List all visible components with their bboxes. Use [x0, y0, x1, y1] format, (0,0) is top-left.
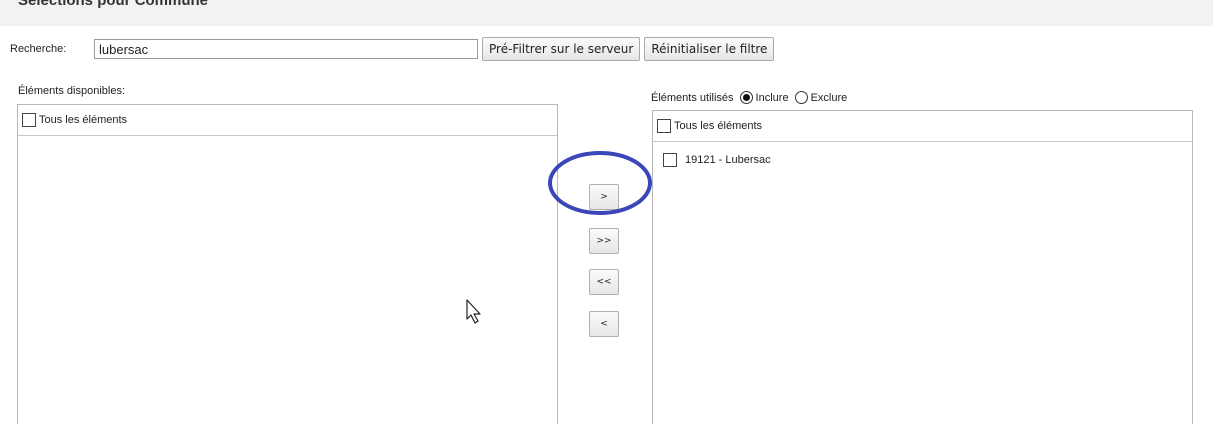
search-row: Recherche: Pré-Filtrer sur le serveur Ré…	[10, 36, 778, 62]
list-item[interactable]: 19121 - Lubersac	[653, 150, 1192, 170]
available-elements-list[interactable]: Tous les éléments	[17, 104, 558, 424]
available-select-all-label: Tous les éléments	[39, 114, 128, 126]
reset-filter-button[interactable]: Réinitialiser le filtre	[644, 37, 775, 61]
prefilter-server-button[interactable]: Pré-Filtrer sur le serveur	[482, 37, 641, 61]
used-select-all-checkbox[interactable]	[657, 119, 671, 133]
used-select-all-label: Tous les éléments	[674, 120, 763, 132]
include-label: Inclure	[755, 91, 789, 104]
move-all-button[interactable]: >>	[589, 228, 619, 254]
exclude-label: Exclure	[810, 91, 848, 104]
item-label: 19121 - Lubersac	[685, 154, 771, 166]
remove-all-button[interactable]: <<	[589, 269, 619, 295]
search-input[interactable]	[94, 39, 478, 59]
used-list-header: Tous les éléments	[653, 111, 1192, 142]
used-elements-list[interactable]: Tous les éléments 19121 - Lubersac	[652, 110, 1193, 424]
used-elements-header: Éléments utilisés Inclure Exclure	[651, 91, 847, 104]
available-elements-label: Éléments disponibles:	[18, 85, 126, 97]
panel-header: Sélections pour Commune	[0, 0, 1213, 26]
panel-title: Sélections pour Commune	[18, 0, 209, 9]
include-radio[interactable]	[739, 91, 753, 104]
exclude-radio[interactable]	[794, 91, 808, 104]
move-selected-button[interactable]: >	[589, 184, 619, 210]
available-list-header: Tous les éléments	[18, 105, 557, 136]
available-select-all-checkbox[interactable]	[22, 113, 36, 127]
search-label: Recherche:	[10, 43, 67, 55]
used-elements-label: Éléments utilisés	[651, 91, 734, 104]
item-checkbox[interactable]	[663, 153, 677, 167]
remove-selected-button[interactable]: <	[589, 311, 619, 337]
